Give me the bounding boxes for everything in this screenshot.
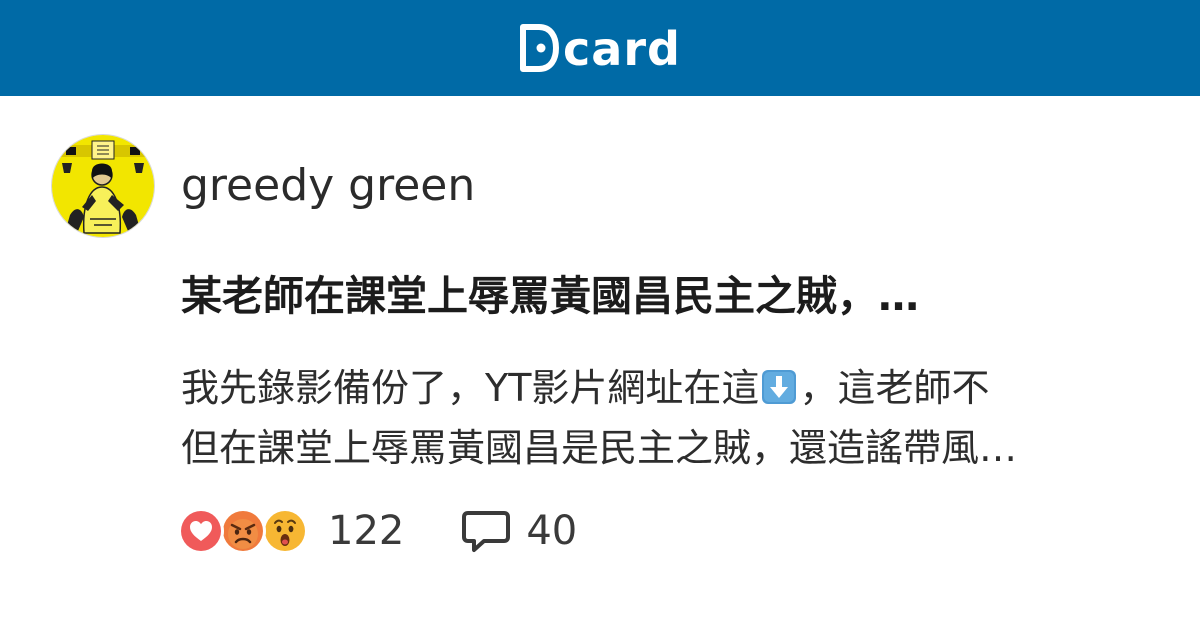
top-bar: card [0, 0, 1200, 96]
comment-icon[interactable] [460, 507, 512, 555]
yellow-portrait-avatar-icon [52, 135, 154, 237]
reaction-count: 122 [328, 508, 405, 554]
reaction-icons[interactable] [178, 507, 312, 555]
down-arrow-emoji-icon [762, 370, 797, 404]
post-stats: 122 40 [178, 506, 577, 556]
excerpt-line-1: 我先錄影備份了，YT影片網址在這 ，這老師不 [181, 358, 1171, 418]
post-title[interactable]: 某老師在課堂上辱罵黃國昌民主之賊，… [181, 268, 1141, 324]
excerpt-text-after-emoji: ，這老師不 [799, 366, 990, 410]
angry-reaction-icon [220, 508, 266, 554]
dcard-logo[interactable]: card [519, 18, 681, 78]
post-card[interactable]: greedy green 某老師在課堂上辱罵黃國昌民主之賊，… 我先錄影備份了，… [0, 96, 1200, 630]
dcard-d-icon [520, 24, 560, 72]
excerpt-line-2: 但在課堂上辱罵黃國昌是民主之賊，還造謠帶風… [181, 426, 1018, 470]
surprised-reaction-icon [262, 508, 308, 554]
author-name[interactable]: greedy green [181, 158, 475, 214]
author-avatar[interactable] [52, 135, 154, 237]
post-excerpt[interactable]: 我先錄影備份了，YT影片網址在這 ，這老師不 但在課堂上辱罵黃國昌是民主之賊，還造… [181, 358, 1171, 478]
brand-name: card [563, 22, 681, 76]
excerpt-text-before-emoji: 我先錄影備份了，YT影片網址在這 [181, 366, 760, 410]
comment-count: 40 [526, 508, 578, 554]
heart-reaction-icon [178, 508, 224, 554]
